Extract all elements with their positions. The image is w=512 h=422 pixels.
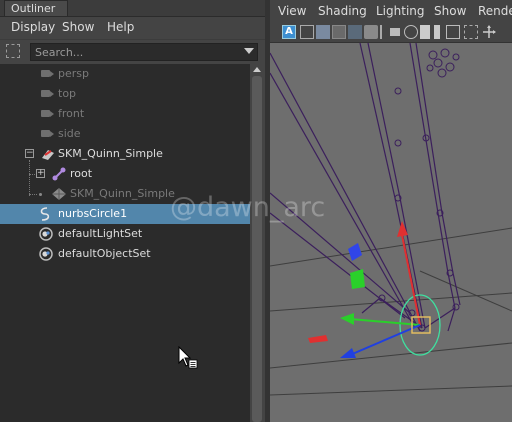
mesh-icon	[52, 188, 66, 200]
tab-outliner[interactable]: Outliner	[4, 0, 68, 16]
menu-display[interactable]: Display	[11, 20, 55, 34]
list-item[interactable]: front	[0, 104, 250, 124]
viewport-toolbar: A	[270, 22, 512, 43]
camera-attributes-icon[interactable]	[300, 25, 314, 39]
expand-icon[interactable]: +	[36, 169, 45, 178]
menu-show[interactable]: Show	[62, 20, 94, 34]
item-label: defaultObjectSet	[58, 247, 151, 260]
menu-show[interactable]: Show	[434, 4, 466, 18]
list-item[interactable]: defaultLightSet	[0, 224, 250, 244]
set-icon	[39, 247, 53, 261]
scroll-up-icon[interactable]	[253, 67, 261, 72]
item-label: nurbsCircle1	[58, 207, 128, 220]
watermark-text: @dawn_arc	[170, 192, 326, 223]
chevron-down-icon[interactable]	[244, 48, 254, 54]
grid-icon[interactable]	[348, 25, 362, 39]
item-label: persp	[58, 67, 89, 80]
collapse-icon[interactable]: −	[25, 149, 34, 158]
scene-wireframe[interactable]	[270, 43, 512, 422]
menu-lighting[interactable]: Lighting	[376, 4, 425, 18]
textured-icon[interactable]	[390, 28, 400, 36]
transform-group-icon	[42, 150, 54, 160]
camera-icon	[41, 130, 50, 137]
lights-icon[interactable]	[404, 25, 418, 39]
camera-icon	[41, 70, 50, 77]
select-camera-icon[interactable]: A	[282, 25, 296, 39]
tree-dot	[39, 193, 42, 196]
shadows-icon[interactable]	[420, 25, 430, 39]
item-label: SKM_Quinn_Simple	[70, 187, 175, 200]
item-label: defaultLightSet	[58, 227, 143, 240]
list-item[interactable]: top	[0, 84, 250, 104]
image-plane-icon[interactable]	[332, 25, 346, 39]
menu-renderer[interactable]: Rende	[478, 4, 512, 18]
item-label: top	[58, 87, 77, 100]
camera-icon	[41, 90, 50, 97]
list-item[interactable]: + root	[0, 164, 250, 184]
list-item[interactable]: side	[0, 124, 250, 144]
camera-icon	[41, 110, 50, 117]
mouse-cursor-icon	[178, 346, 198, 369]
bookmark-icon[interactable]	[316, 25, 330, 39]
move-tool-icon[interactable]	[482, 25, 496, 39]
menu-help[interactable]: Help	[107, 20, 134, 34]
list-item[interactable]: defaultObjectSet	[0, 244, 250, 264]
menu-shading[interactable]: Shading	[318, 4, 367, 18]
search-input[interactable]	[30, 43, 258, 61]
joint-icon	[52, 167, 66, 181]
vertical-scrollbar[interactable]	[250, 64, 265, 422]
item-label: SKM_Quinn_Simple	[58, 147, 163, 160]
isolate-icon[interactable]	[434, 25, 440, 39]
viewport-menubar: View Shading Lighting Show Rende	[270, 0, 512, 22]
outliner-menubar: Display Show Help	[0, 17, 265, 39]
list-item[interactable]: − SKM_Quinn_Simple	[0, 144, 250, 164]
list-item[interactable]: persp	[0, 64, 250, 84]
viewport-3d[interactable]	[270, 43, 512, 422]
wireframe-icon[interactable]	[364, 25, 378, 39]
scrollbar-thumb[interactable]	[252, 76, 262, 422]
set-icon	[39, 227, 53, 241]
resolution-gate-icon[interactable]	[464, 25, 478, 39]
menu-view[interactable]: View	[278, 4, 306, 18]
item-label: side	[58, 127, 81, 140]
xray-icon[interactable]	[446, 25, 460, 39]
nurbs-curve-icon	[40, 207, 50, 221]
outliner-tree: persp top front side − SKM_Quinn_Simple	[0, 64, 250, 422]
item-label: front	[58, 107, 85, 120]
item-label: root	[70, 167, 93, 180]
filter-toggle-icon[interactable]	[6, 44, 20, 58]
search-row	[0, 40, 265, 64]
